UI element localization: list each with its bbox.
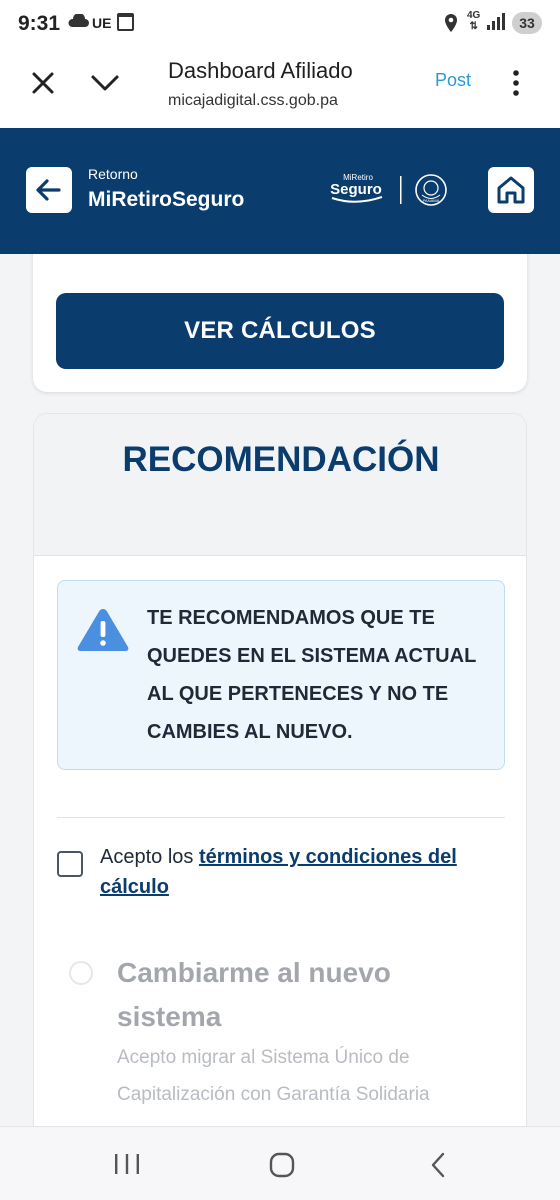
home-button[interactable] (488, 167, 534, 213)
option-description: Acepto migrar al Sistema Único de Capita… (117, 1047, 430, 1105)
warning-triangle-icon (77, 609, 129, 651)
option-title[interactable]: Cambiarme al nuevo sistema (117, 951, 497, 1039)
seal-text: PANAMÁ (423, 198, 440, 203)
ver-calculos-button[interactable]: VER CÁLCULOS (56, 293, 504, 369)
terms-prefix: Acepto los (100, 846, 199, 868)
calendar-icon (117, 13, 134, 31)
main-content[interactable]: VER CÁLCULOS RECOMENDACIÓN TE RECOMENDAM… (0, 254, 560, 1126)
back-chevron-icon[interactable] (428, 1151, 448, 1179)
app-title[interactable]: MiRetiroSeguro (88, 188, 244, 212)
terms-checkbox[interactable] (57, 851, 83, 877)
network-type: 4G (467, 10, 481, 21)
home-icon (497, 176, 525, 204)
cloud-icon (68, 14, 89, 27)
battery-indicator: 33 (512, 12, 542, 34)
arrow-left-icon (36, 179, 61, 201)
phone-screen: 9:31 UE 4G ⇅ 33 Dashboard Afiliado micaja (0, 0, 560, 1200)
option-radio[interactable] (69, 961, 93, 985)
home-circle-icon[interactable] (268, 1151, 296, 1179)
chevron-down-icon[interactable] (88, 68, 122, 98)
back-caption[interactable]: Retorno (88, 166, 138, 182)
alert-message: TE RECOMENDAMOS QUE TE QUEDES EN EL SIST… (147, 607, 476, 743)
location-icon (445, 14, 457, 32)
recommendation-alert: TE RECOMENDAMOS QUE TE QUEDES EN EL SIST… (57, 580, 505, 770)
page-title: Dashboard Afiliado (168, 58, 353, 83)
logo-main-text: Seguro (330, 181, 382, 198)
divider (57, 817, 505, 818)
recommendation-header: RECOMENDACIÓN (34, 414, 526, 556)
terms-label: Acepto los términos y condiciones del cá… (100, 842, 500, 902)
calculation-card: VER CÁLCULOS (33, 254, 527, 392)
signal-icon (487, 13, 505, 30)
post-button[interactable]: Post (435, 70, 471, 91)
browser-toolbar: Dashboard Afiliado micajadigital.css.gob… (0, 50, 560, 128)
system-nav-bar (0, 1126, 560, 1200)
close-icon[interactable] (28, 68, 58, 98)
back-button[interactable] (26, 167, 72, 213)
miretiroseguro-logo: MiRetiro Seguro PANAMÁ (330, 173, 447, 206)
page-url[interactable]: micajadigital.css.gob.pa (168, 92, 338, 110)
recommendation-card: RECOMENDACIÓN TE RECOMENDAMOS QUE TE QUE… (33, 413, 527, 1126)
status-bar: 9:31 UE 4G ⇅ 33 (0, 0, 560, 50)
app-header: Retorno MiRetiroSeguro MiRetiro Seguro P… (0, 128, 560, 254)
status-carrier: UE (92, 15, 112, 31)
status-time: 9:31 (18, 12, 61, 35)
network-indicator: 4G ⇅ (467, 10, 481, 32)
more-options-icon[interactable] (506, 68, 526, 98)
recommendation-title: RECOMENDACIÓN (122, 440, 440, 479)
recents-icon[interactable] (112, 1153, 142, 1175)
